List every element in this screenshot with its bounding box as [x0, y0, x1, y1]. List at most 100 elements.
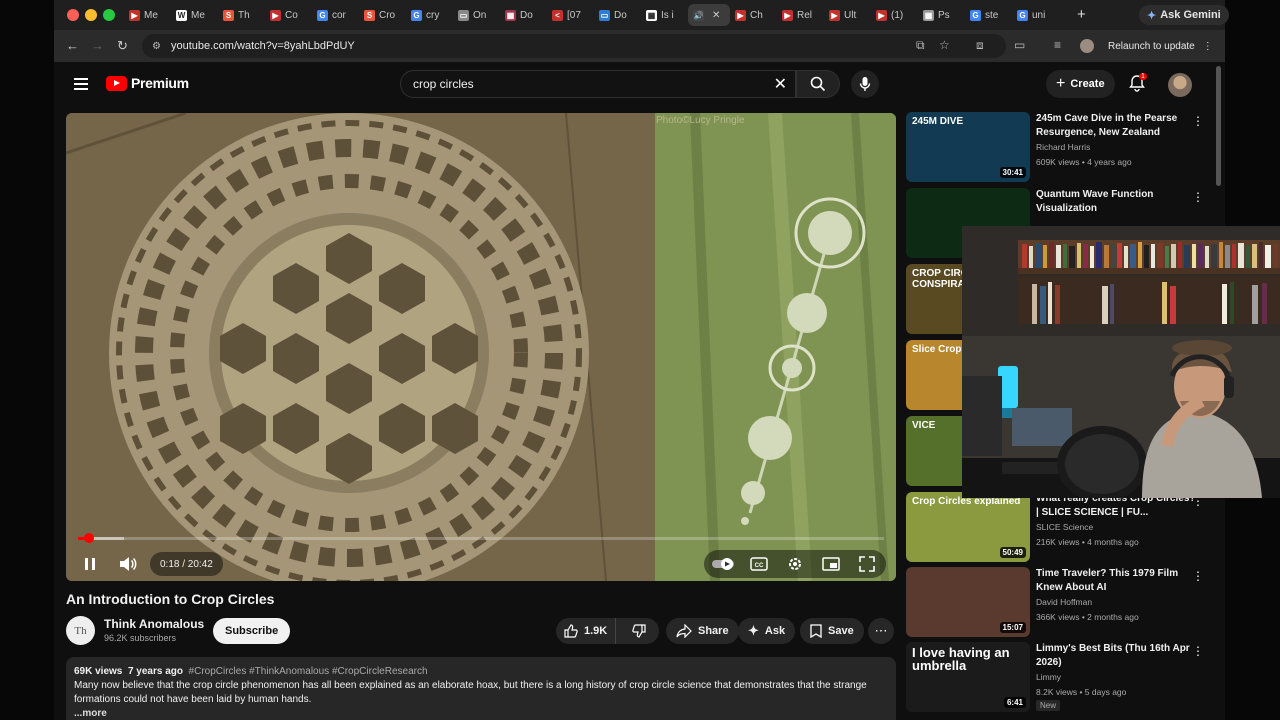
recommended-video[interactable]: 15:07 Time Traveler? This 1979 Film Knew …	[906, 567, 1216, 637]
recommended-channel-name[interactable]: Limmy	[1036, 672, 1061, 682]
search-button[interactable]	[796, 70, 840, 98]
recommended-channel-name[interactable]: SLICE Science	[1036, 522, 1093, 532]
clear-search-icon[interactable]: ✕	[774, 74, 787, 94]
dislike-button[interactable]	[622, 624, 656, 638]
browser-tab[interactable]: Gste	[965, 4, 1012, 26]
more-actions-icon[interactable]: ⋯	[868, 618, 894, 644]
create-button[interactable]: + Create	[1046, 70, 1115, 98]
more-options-icon[interactable]: ⋮	[1192, 569, 1204, 583]
video-duration: 30:41	[999, 167, 1026, 178]
browser-tab[interactable]: ▶ Rel	[777, 4, 824, 26]
fullscreen-button[interactable]	[854, 551, 880, 577]
ask-gemini-button[interactable]: ✦ Ask Gemini	[1139, 5, 1229, 25]
video-thumbnail[interactable]: I love having an umbrella 6:41	[906, 642, 1030, 712]
channel-name[interactable]: Think Anomalous	[104, 617, 204, 631]
browser-menu-icon[interactable]: ⋮	[1203, 41, 1213, 52]
back-icon[interactable]: ←	[66, 38, 79, 53]
more-options-icon[interactable]: ⋮	[1192, 644, 1204, 658]
browser-tab[interactable]: ▭ On	[453, 4, 500, 26]
browser-tab[interactable]: W Me	[171, 4, 218, 26]
install-app-icon[interactable]: ⧉	[916, 38, 925, 53]
channel-avatar[interactable]: Th	[66, 616, 95, 645]
crop-circle-footage-left	[66, 113, 655, 581]
bookmark-star-icon[interactable]: ☆	[939, 38, 950, 52]
relaunch-button[interactable]: Relaunch to update ⋮	[1108, 36, 1213, 56]
address-bar[interactable]: ⚙ youtube.com/watch?v=8yahLbdPdUY	[142, 34, 1006, 58]
close-tab-icon[interactable]: ✕	[712, 10, 720, 21]
video-thumbnail[interactable]: 245M DIVE 30:41	[906, 112, 1030, 182]
minimize-window-button[interactable]	[85, 9, 97, 21]
browser-tab[interactable]: ▶ Co	[265, 4, 312, 26]
browser-tab[interactable]: ▶ (1)	[871, 4, 918, 26]
captions-button[interactable]: CC	[746, 551, 772, 577]
progress-bar[interactable]	[78, 537, 884, 540]
video-thumbnail[interactable]: Crop Circles explained 50:49	[906, 492, 1030, 562]
browser-tab[interactable]: 🔊 ✕	[688, 4, 730, 26]
like-button[interactable]: 1.9K	[556, 618, 617, 644]
subscribe-button[interactable]: Subscribe	[213, 618, 291, 644]
search-input[interactable]	[413, 77, 713, 91]
recommended-video-title[interactable]: Time Traveler? This 1979 Film Knew About…	[1036, 567, 1196, 595]
profile-avatar[interactable]	[1080, 39, 1094, 53]
miniplayer-icon	[822, 557, 840, 571]
close-window-button[interactable]	[67, 9, 79, 21]
site-info-icon[interactable]: ⚙	[152, 41, 161, 52]
settings-button[interactable]	[782, 551, 808, 577]
recommended-video-meta: 216K views • 4 months ago	[1036, 537, 1139, 547]
autoplay-toggle[interactable]	[710, 551, 736, 577]
video-player[interactable]: Photo©Lucy Pringle 0:18 / 20:42 CC	[66, 113, 896, 581]
recommended-video-title[interactable]: Limmy's Best Bits (Thu 16th Apr 2026)	[1036, 642, 1196, 670]
create-label: Create	[1070, 78, 1105, 90]
new-tab-button[interactable]: +	[1077, 6, 1086, 23]
maximize-window-button[interactable]	[103, 9, 115, 21]
ask-button[interactable]: ✦ Ask	[738, 618, 796, 644]
recommended-video-title[interactable]: 245m Cave Dive in the Pearse Resurgence,…	[1036, 112, 1196, 140]
photo-credit: Photo©Lucy Pringle	[656, 115, 745, 126]
browser-tab[interactable]: S Cro	[359, 4, 406, 26]
youtube-logo[interactable]: Premium	[106, 75, 189, 91]
browser-tab[interactable]: Gcor	[312, 4, 359, 26]
browser-tab[interactable]: S Th	[218, 4, 265, 26]
recommended-video[interactable]: Crop Circles explained 50:49 What really c…	[906, 492, 1216, 562]
hashtags[interactable]: #CropCircles #ThinkAnomalous #CropCircle…	[189, 666, 428, 677]
browser-tab[interactable]: ▶ Me	[124, 4, 171, 26]
recommended-video-title[interactable]: Quantum Wave Function Visualization	[1036, 188, 1196, 216]
browser-tab[interactable]: ▦ Is i	[641, 4, 688, 26]
recommended-video[interactable]: I love having an umbrella 6:41 Limmy's Bes…	[906, 642, 1216, 712]
browser-tab[interactable]: ▦ Ps	[918, 4, 965, 26]
miniplayer-button[interactable]	[818, 551, 844, 577]
extensions-icon[interactable]: ⧈	[976, 38, 984, 53]
recommended-video[interactable]: 245M DIVE 30:41 245m Cave Dive in the Pear…	[906, 112, 1216, 182]
description-box[interactable]: 69K views 7 years ago #CropCircles #Thin…	[66, 657, 896, 720]
browser-tab[interactable]: ▦ Do	[500, 4, 547, 26]
reload-icon[interactable]: ↻	[117, 38, 128, 54]
page-scrollbar[interactable]	[1216, 66, 1221, 186]
forward-icon[interactable]: →	[91, 38, 104, 53]
reading-list-icon[interactable]: ≡	[1054, 38, 1061, 52]
tab-favicon-icon: S	[364, 9, 375, 21]
voice-search-button[interactable]	[851, 70, 879, 98]
show-more-link[interactable]: ...more	[74, 707, 888, 720]
browser-tab[interactable]: ▭ Do	[594, 4, 641, 26]
more-options-icon[interactable]: ⋮	[1192, 114, 1204, 128]
hamburger-menu-icon[interactable]	[74, 78, 88, 90]
tab-label: Ult	[844, 9, 857, 21]
captions-icon: CC	[750, 557, 768, 571]
pause-button[interactable]	[76, 550, 104, 578]
browser-tab[interactable]: Gcry	[406, 4, 453, 26]
browser-tab[interactable]: ▶ Ch	[730, 4, 777, 26]
sparkle-icon: ✦	[748, 623, 759, 638]
recommended-channel-name[interactable]: David Hoffman	[1036, 597, 1092, 607]
recommended-channel-name[interactable]: Richard Harris	[1036, 142, 1090, 152]
browser-tab[interactable]: Guni	[1012, 4, 1059, 26]
account-avatar[interactable]	[1168, 73, 1192, 97]
media-control-icon[interactable]: ▭	[1014, 38, 1025, 52]
more-options-icon[interactable]: ⋮	[1192, 190, 1204, 204]
browser-tab[interactable]: < [07	[547, 4, 594, 26]
share-button[interactable]: Share	[666, 618, 739, 644]
video-thumbnail[interactable]: 15:07	[906, 567, 1030, 637]
browser-tab[interactable]: ▶ Ult	[824, 4, 871, 26]
save-button[interactable]: Save	[800, 618, 864, 644]
tab-label: Th	[238, 9, 250, 21]
volume-button[interactable]	[114, 550, 142, 578]
